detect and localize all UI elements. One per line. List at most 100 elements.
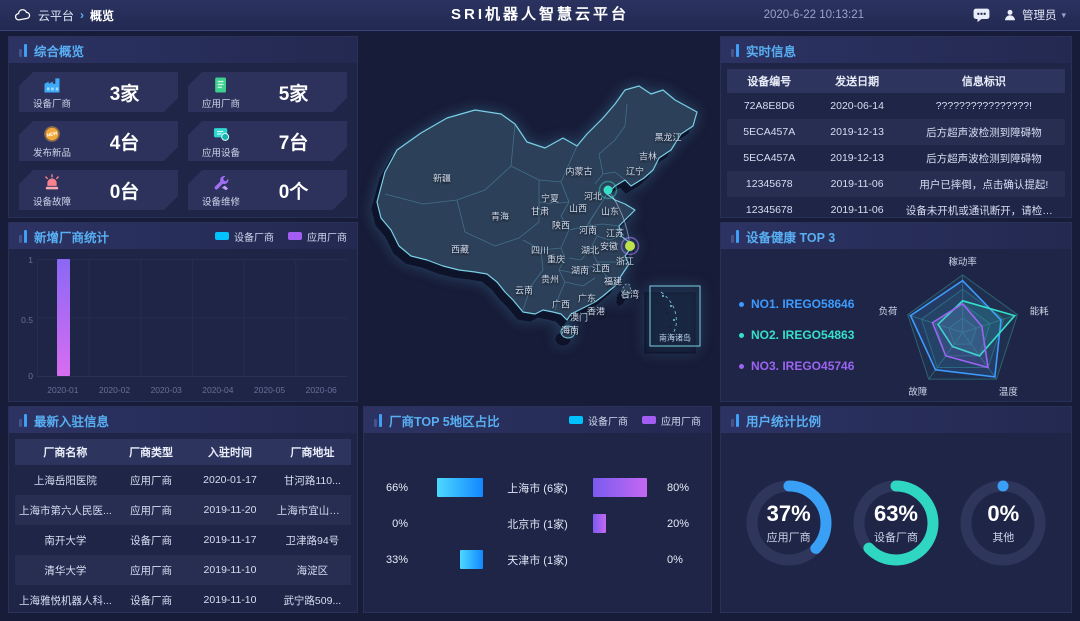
- panel-region-share-title: 厂商TOP 5地区占比: [389, 411, 500, 430]
- china-map[interactable]: 新疆 西藏 青海 甘肃 宁夏 内蒙古 黑龙江 吉林 辽宁 河北 山西 山东 陕西…: [363, 34, 715, 404]
- svg-text:能耗: 能耗: [1030, 306, 1049, 318]
- document-icon: [211, 75, 231, 95]
- panel-entries-title: 最新入驻信息: [34, 411, 109, 430]
- panel-title-bars-icon: [19, 44, 27, 57]
- app-title: SRI机器人智慧云平台: [451, 0, 629, 30]
- x-axis-tick: 2020-06: [295, 385, 347, 395]
- x-axis-tick: 2020-05: [244, 385, 296, 395]
- list-item-no1[interactable]: NO1. IREGO58646: [739, 297, 854, 311]
- chevron-down-icon: ▾: [1061, 10, 1066, 21]
- panel-title-bars-icon: [19, 414, 27, 427]
- panel-region-share: 厂商TOP 5地区占比 设备厂商 应用厂商 66%: [363, 406, 712, 613]
- factory-icon: [42, 75, 62, 95]
- list-item-no2[interactable]: NO2. IREGO54863: [739, 328, 854, 342]
- legend-item-device-vendor[interactable]: 设备厂商: [215, 229, 274, 244]
- donut-percent: 37%: [767, 501, 811, 527]
- stat-card-label: 设备维修: [202, 194, 240, 208]
- svg-text:故障: 故障: [908, 386, 927, 398]
- panel-vendor-stats-title: 新增厂商统计: [34, 227, 109, 246]
- svg-text:负荷: 负荷: [879, 306, 898, 318]
- app-vendor-bar: [593, 478, 648, 497]
- panel-entries: 最新入驻信息 厂商名称 厂商类型 入驻时间 厂商地址 上海岳阳医院应用厂商202…: [8, 406, 358, 613]
- breadcrumb-current[interactable]: 概览: [90, 7, 114, 24]
- stat-card-label: 设备厂商: [33, 96, 71, 110]
- stat-card-value: 7台: [254, 128, 347, 155]
- stat-card-device-repairs: 设备维修 0个: [188, 170, 347, 210]
- stat-card-app-vendors: 应用厂商 5家: [188, 72, 347, 112]
- bullet-dot: [739, 302, 744, 307]
- bullet-dot: [739, 333, 744, 338]
- china-map-canvas: [363, 34, 715, 404]
- stat-card-label: 应用设备: [202, 145, 240, 159]
- legend-item-app-vendor[interactable]: 应用厂商: [642, 413, 701, 428]
- device-health-list: NO1. IREGO58646 NO2. IREGO54863 NO3. IRE…: [739, 297, 854, 373]
- panel-title-bars-icon: [731, 230, 739, 243]
- table-row: 上海市第六人民医...应用厂商2019-11-20上海市宜山路...: [15, 495, 351, 525]
- column-header: 发送日期: [812, 73, 903, 89]
- region-share-legend: 设备厂商 应用厂商: [569, 413, 701, 428]
- dashboard-root: 云平台 › 概览 SRI机器人智慧云平台 2020-6-22 10:13:21 …: [0, 0, 1080, 621]
- bar-chart-plot-area: [37, 259, 347, 377]
- donut-label: 设备厂商: [874, 529, 918, 545]
- column-header: 厂商名称: [15, 444, 116, 460]
- legend-label: 应用厂商: [307, 229, 347, 244]
- table-row: 123456782019-11-06设备未开机或通讯断开，请检查设备情况!: [727, 197, 1065, 223]
- table-header-row: 设备编号 发送日期 信息标识: [727, 69, 1065, 93]
- messages-button[interactable]: [972, 7, 991, 23]
- svg-text:稼动率: 稼动率: [948, 256, 976, 268]
- stat-card-device-vendors: 设备厂商 3家: [19, 72, 178, 112]
- user-icon: [1003, 8, 1017, 22]
- legend-item-device-vendor[interactable]: 设备厂商: [569, 413, 628, 428]
- panel-vendor-stats: 新增厂商统计 设备厂商 应用厂商 1 0.5 0 2020-01 2: [8, 222, 358, 402]
- stat-card-label: 发布新品: [33, 145, 71, 159]
- breadcrumb-root[interactable]: 云平台: [38, 7, 74, 24]
- panel-overview-header: 综合概览: [9, 37, 357, 63]
- panel-realtime-title: 实时信息: [746, 41, 796, 60]
- column-header: 厂商类型: [116, 444, 187, 460]
- cloud-icon: [14, 8, 32, 22]
- donut-label: 其他: [992, 529, 1014, 545]
- bar-2020-01-app-vendor: [57, 259, 70, 376]
- user-menu[interactable]: 管理员 ▾: [1003, 7, 1066, 23]
- stat-card-value: 5家: [254, 79, 347, 106]
- taiwan-island: [620, 283, 632, 300]
- region-category-label: 北京市 (1家): [483, 516, 593, 532]
- stat-card-new-products: NEW 发布新品 4台: [19, 121, 178, 161]
- wrench-icon: [211, 173, 231, 193]
- panel-overview: 综合概览 设备厂商 3家: [8, 36, 358, 218]
- device-vendor-bar: [437, 478, 482, 497]
- stat-card-app-devices: 应用设备 7台: [188, 121, 347, 161]
- bar-value-label: 0%: [392, 518, 408, 530]
- panel-title-bars-icon: [374, 414, 382, 427]
- list-item-no3[interactable]: NO3. IREGO45746: [739, 359, 854, 373]
- panel-overview-title: 综合概览: [34, 41, 84, 60]
- legend-swatch: [642, 416, 656, 424]
- stat-card-value: 0台: [85, 177, 178, 204]
- table-row: 南开大学设备厂商2019-11-17卫津路94号: [15, 525, 351, 555]
- bar-value-label: 33%: [386, 554, 408, 566]
- device-rank-label: NO2. IREGO54863: [751, 328, 854, 342]
- table-header-row: 厂商名称 厂商类型 入驻时间 厂商地址: [15, 439, 351, 465]
- bar-value-label: 80%: [667, 482, 689, 494]
- y-axis-tick: 0: [15, 371, 33, 381]
- table-row: 清华大学应用厂商2019-11-10海淀区: [15, 555, 351, 585]
- legend-label: 应用厂商: [661, 413, 701, 428]
- legend-swatch: [288, 232, 302, 240]
- panel-entries-header: 最新入驻信息: [9, 407, 357, 433]
- x-axis-tick: 2020-02: [89, 385, 141, 395]
- donut-label: 应用厂商: [767, 529, 811, 545]
- x-axis-tick: 2020-04: [192, 385, 244, 395]
- stat-card-value: 4台: [85, 128, 178, 155]
- column-header: 设备编号: [727, 73, 812, 89]
- panel-title-bars-icon: [19, 230, 27, 243]
- top-bar: 云平台 › 概览 SRI机器人智慧云平台 2020-6-22 10:13:21 …: [0, 0, 1080, 31]
- region-share-chart: 66% 上海市 (6家) 80% 0% 北京市 (1家): [364, 433, 711, 612]
- legend-item-app-vendor[interactable]: 应用厂商: [288, 229, 347, 244]
- breadcrumb-separator: ›: [80, 8, 84, 22]
- panel-vendor-stats-header: 新增厂商统计 设备厂商 应用厂商: [9, 223, 357, 249]
- stat-card-label: 应用厂商: [202, 96, 240, 110]
- panel-user-stats: 用户统计比例 37% 应用厂商: [720, 406, 1072, 613]
- column-header: 厂商地址: [274, 444, 351, 460]
- stat-card-label: 设备故障: [33, 194, 71, 208]
- alarm-icon: [42, 173, 62, 193]
